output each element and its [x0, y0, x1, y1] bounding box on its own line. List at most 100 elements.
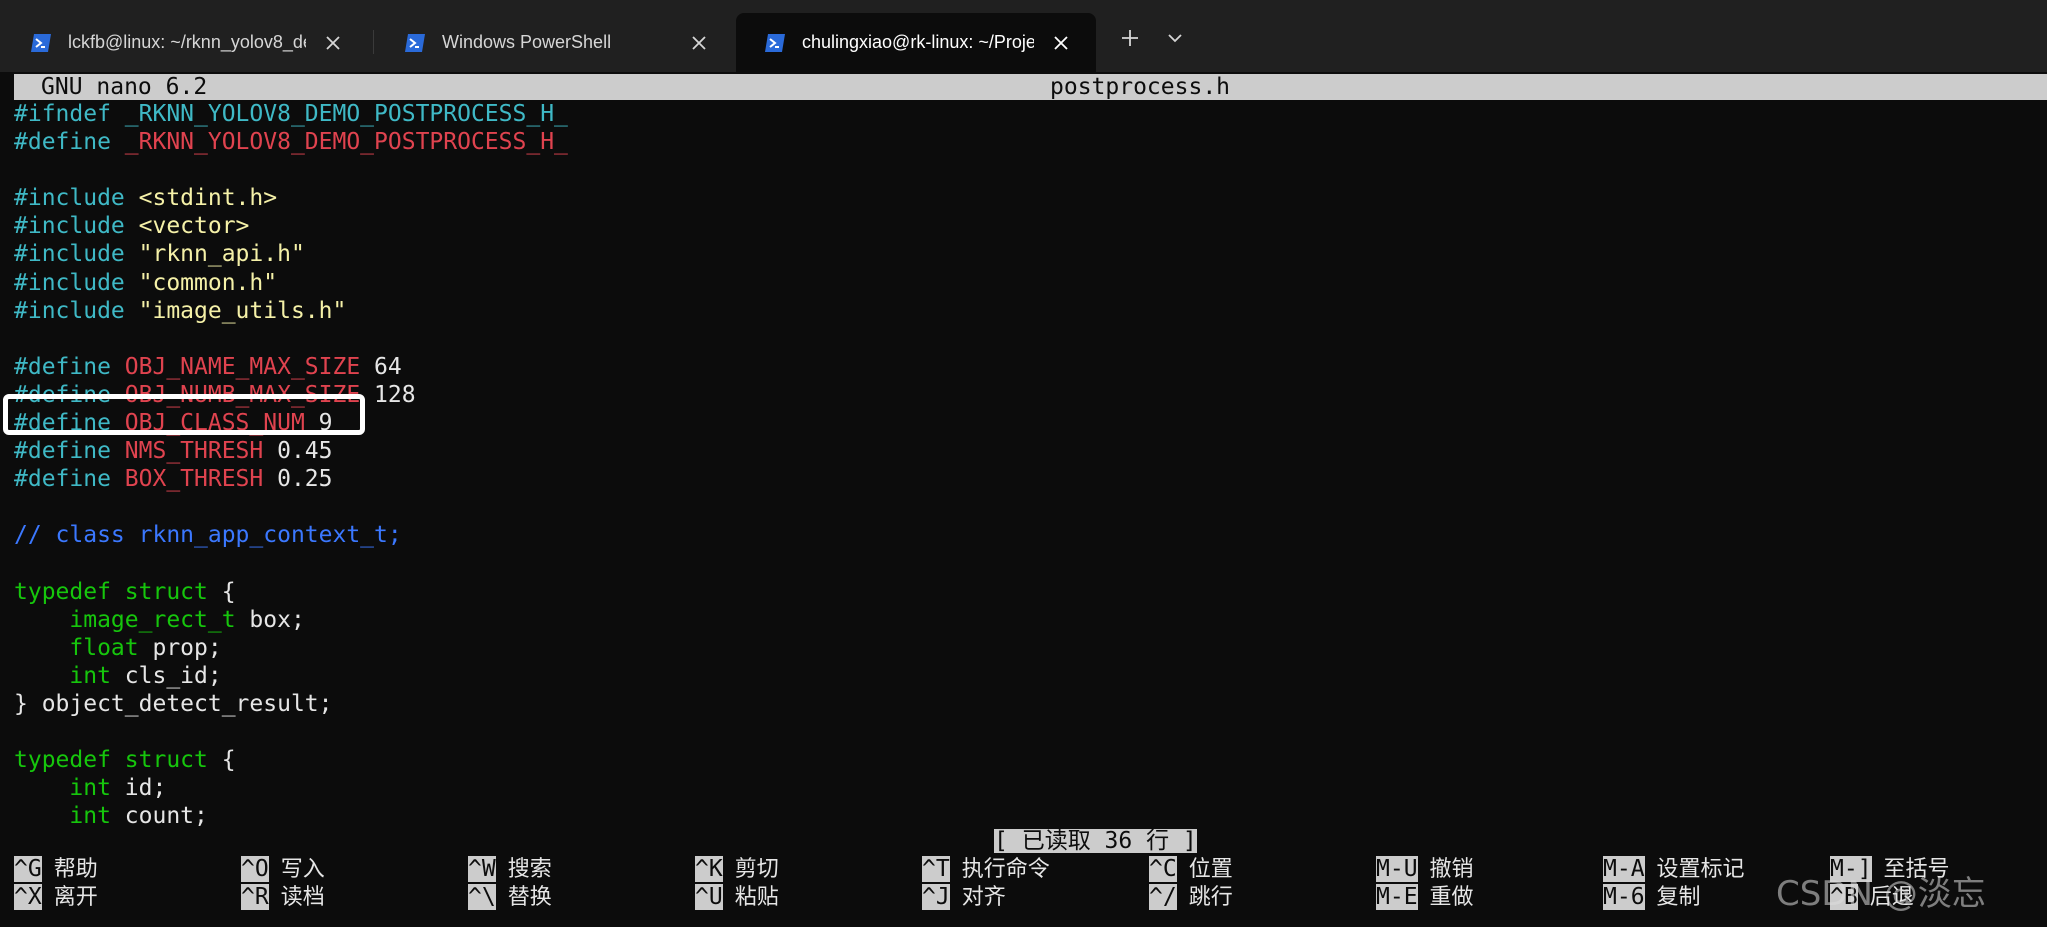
close-icon[interactable] [1052, 34, 1070, 52]
shortcut-paste[interactable]: ^U 粘贴 [695, 883, 779, 911]
nano-header-bar: GNU nano 6.2 postprocess.h [14, 74, 2047, 100]
shortcut-label: 跳行 [1188, 885, 1233, 910]
shortcut-copy[interactable]: M-6 复制 [1603, 883, 1701, 911]
code-token: float [69, 634, 139, 661]
code-token: int [69, 662, 111, 689]
terminal-pane[interactable]: GNU nano 6.2 postprocess.h #ifndef _RKNN… [3, 74, 2047, 924]
shortcut-label: 位置 [1188, 857, 1233, 882]
shortcut-key: ^W [468, 856, 496, 882]
shortcut-key: ^G [14, 856, 42, 882]
shortcut-undo[interactable]: M-U 撤销 [1376, 855, 1474, 883]
close-icon[interactable] [324, 34, 342, 52]
shortcut-label: 写入 [280, 857, 325, 882]
shortcut-key: M-A [1603, 856, 1645, 882]
shortcut-key: ^U [695, 884, 723, 910]
shortcut-read-file[interactable]: ^R 读档 [241, 883, 325, 911]
code-token: typedef struct [14, 747, 208, 774]
shortcut-label: 对齐 [961, 885, 1006, 910]
code-token: #include [14, 297, 139, 324]
code-token: #define [14, 466, 125, 493]
tab-label: Windows PowerShell [442, 32, 612, 52]
close-icon[interactable] [690, 34, 708, 52]
shortcut-label: 复制 [1656, 885, 1701, 910]
nano-status-message: [ 已读取 36 行 ] [994, 828, 1197, 854]
shortcut-location[interactable]: ^C 位置 [1149, 855, 1233, 883]
tab-label: chulingxiao@rk-linux: ~/Projects [802, 32, 1034, 52]
nano-version: GNU nano 6.2 [41, 74, 208, 100]
shortcut-key: ^C [1149, 856, 1177, 882]
shortcut-key: M-E [1376, 884, 1418, 910]
tab-chulingxiao[interactable]: chulingxiao@rk-linux: ~/Projects [736, 13, 1096, 72]
code-line: typedef struct { [14, 746, 568, 774]
shortcut-exit[interactable]: ^X 离开 [14, 883, 98, 911]
code-token: BOX_THRESH [124, 466, 264, 493]
code-token: { [207, 578, 236, 605]
shortcut-redo[interactable]: M-E 重做 [1376, 883, 1474, 911]
shortcut-key: ^R [241, 884, 269, 910]
tab-lckfb[interactable]: lckfb@linux: ~/rknn_yolov8_demo [2, 13, 368, 72]
code-token: box; [235, 606, 305, 633]
shortcut-label: 剪切 [734, 857, 779, 882]
code-line: #define NMS_THRESH 0.45 [14, 437, 568, 465]
shortcut-key: M-U [1376, 856, 1418, 882]
chevron-down-icon [1168, 34, 1182, 43]
code-line: image_rect_t box; [14, 606, 568, 634]
code-token: #define [14, 353, 125, 380]
code-token: #ifndef [14, 101, 125, 127]
shortcut-justify[interactable]: ^J 对齐 [922, 883, 1006, 911]
shortcut-help[interactable]: ^G 帮助 [14, 855, 98, 883]
shortcut-go-to-line[interactable]: ^/ 跳行 [1149, 883, 1233, 911]
shortcut-key: ^\ [468, 884, 496, 910]
code-token: #include [14, 185, 139, 212]
nano-shortcut-bar: ^G 帮助 ^O 写入 ^W 搜索 ^K 剪切 ^T 执行命令 ^C 位置 M-U 撤销 M-A 设置标记 M-… [14, 855, 2044, 915]
shortcut-where-is[interactable]: ^W 搜索 [468, 855, 552, 883]
powershell-icon [31, 33, 51, 52]
code-token: { [207, 747, 236, 774]
shortcut-key: ^O [241, 856, 269, 882]
code-line: // class rknn_app_context_t; [14, 521, 568, 549]
shortcut-key: ^X [14, 884, 42, 910]
shortcut-write-out[interactable]: ^O 写入 [241, 855, 325, 883]
code-line: int count; [14, 802, 568, 830]
code-line: int cls_id; [14, 662, 568, 690]
code-token: count; [110, 803, 208, 830]
shortcut-key: ^K [695, 856, 723, 882]
shortcut-set-mark[interactable]: M-A 设置标记 [1603, 855, 1745, 883]
shortcut-cut[interactable]: ^K 剪切 [695, 855, 779, 883]
code-token: 0.25 [263, 466, 333, 493]
powershell-icon [765, 33, 785, 52]
code-line: } object_detect_result; [14, 690, 568, 718]
code-token: "rknn_api.h" [138, 241, 305, 268]
code-token: #include [14, 241, 139, 268]
code-line: #include "image_utils.h" [14, 297, 568, 325]
code-token: int [69, 803, 111, 830]
code-token: <stdint.h> [138, 185, 278, 212]
tab-windows-powershell[interactable]: Windows PowerShell [376, 13, 734, 72]
code-token: "common.h" [138, 269, 278, 296]
code-token: OBJ_NAME_MAX_SIZE [124, 353, 361, 380]
code-token: } object_detect_result; [14, 690, 333, 717]
new-tab-button[interactable] [1110, 20, 1150, 56]
code-token: "image_utils.h" [138, 297, 347, 324]
shortcut-label: 替换 [507, 885, 552, 910]
tab-dropdown-button[interactable] [1155, 20, 1195, 56]
shortcut-key: M-6 [1603, 884, 1645, 910]
code-line: #include <vector> [14, 212, 568, 240]
shortcut-key: ^T [922, 856, 950, 882]
code-line: #include "common.h" [14, 269, 568, 297]
shortcut-replace[interactable]: ^\ 替换 [468, 883, 552, 911]
code-editor[interactable]: #ifndef _RKNN_YOLOV8_DEMO_POSTPROCESS_H_… [14, 100, 568, 830]
shortcut-key: ^J [922, 884, 950, 910]
code-token: id; [110, 775, 167, 802]
code-line: #include <stdint.h> [14, 184, 568, 212]
shortcut-execute[interactable]: ^T 执行命令 [922, 855, 1050, 883]
plus-icon [1122, 30, 1138, 46]
shortcut-label: 帮助 [53, 857, 98, 882]
